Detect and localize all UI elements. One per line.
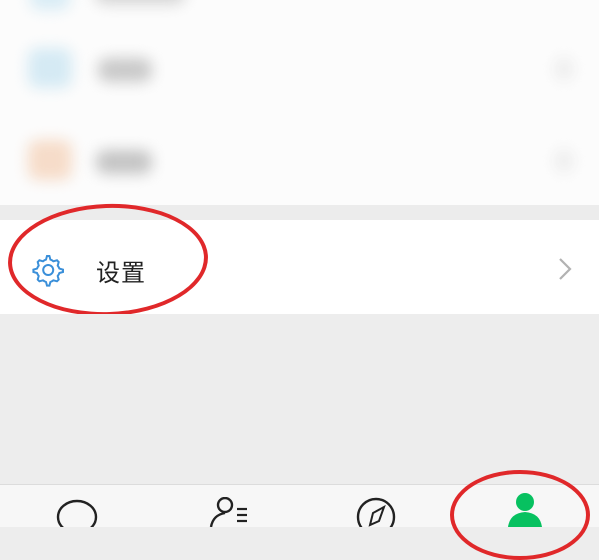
blurred-icon [28,48,72,88]
blurred-icon [30,0,70,10]
blurred-chevron [555,150,573,172]
blurred-text [95,0,185,4]
empty-background [0,314,599,484]
discover-compass-icon[interactable] [354,497,398,527]
blurred-menu-list [0,0,599,205]
contacts-icon[interactable] [205,497,253,527]
chevron-right-icon [559,258,572,280]
blurred-text [96,150,152,174]
blurred-chevron [555,58,573,80]
blurred-text [98,58,152,82]
highlight-circle-me-tab [450,470,590,560]
chat-icon[interactable] [55,497,99,527]
blurred-icon [28,140,72,180]
